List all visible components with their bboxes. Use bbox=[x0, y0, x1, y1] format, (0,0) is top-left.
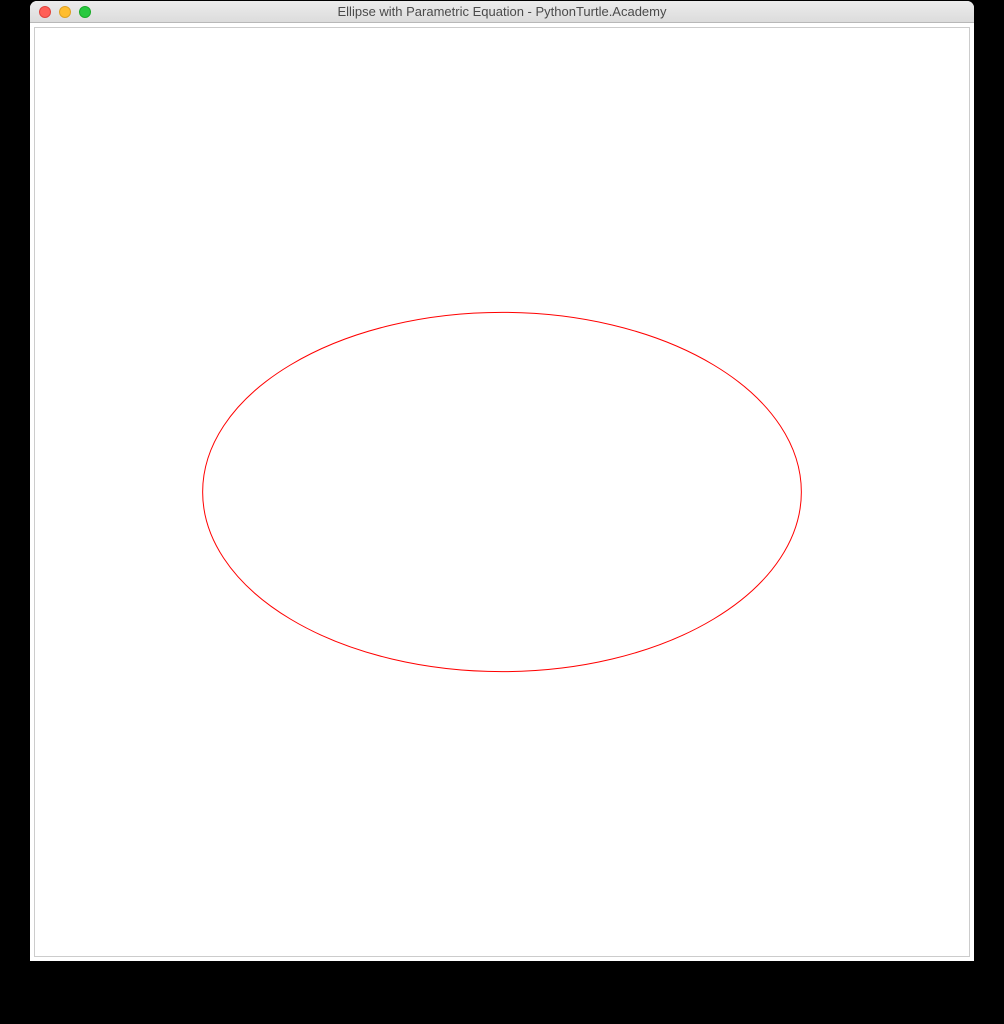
turtle-canvas bbox=[34, 27, 970, 957]
drawing-surface bbox=[35, 28, 969, 956]
window-controls bbox=[30, 1, 91, 22]
titlebar[interactable]: Ellipse with Parametric Equation - Pytho… bbox=[30, 1, 974, 23]
close-icon[interactable] bbox=[39, 6, 51, 18]
minimize-icon[interactable] bbox=[59, 6, 71, 18]
window-title: Ellipse with Parametric Equation - Pytho… bbox=[30, 4, 974, 19]
app-window: Ellipse with Parametric Equation - Pytho… bbox=[30, 1, 974, 961]
maximize-icon[interactable] bbox=[79, 6, 91, 18]
ellipse-shape bbox=[203, 312, 802, 671]
canvas-container bbox=[30, 23, 974, 961]
